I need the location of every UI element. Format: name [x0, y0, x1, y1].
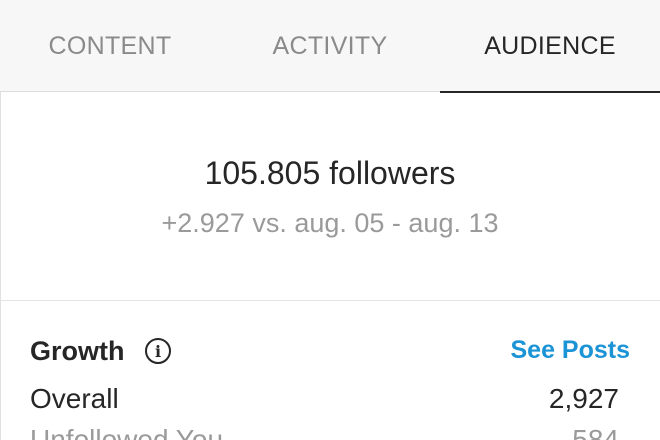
tab-activity[interactable]: ACTIVITY [220, 0, 440, 92]
growth-row-overall-label: Overall [30, 383, 119, 414]
info-icon[interactable]: i [145, 338, 171, 364]
section-divider [0, 300, 660, 301]
growth-row-unfollowed-value: 584 [572, 424, 619, 440]
see-posts-link[interactable]: See Posts [510, 336, 630, 365]
followers-count: 105.805 followers [204, 155, 456, 191]
growth-row-unfollowed-label: Unfollowed You [30, 424, 224, 440]
followers-delta: +2.927 vs. aug. 05 - aug. 13 [161, 208, 499, 238]
growth-title: Growth [30, 336, 125, 366]
insights-screen: CONTENT ACTIVITY AUDIENCE 105.805 follow… [0, 0, 660, 440]
panel-edge [0, 92, 1, 440]
tab-content[interactable]: CONTENT [0, 0, 220, 92]
tab-bar: CONTENT ACTIVITY AUDIENCE [0, 0, 660, 93]
tab-audience[interactable]: AUDIENCE [440, 0, 660, 93]
growth-row-overall-value: 2,927 [548, 383, 619, 414]
